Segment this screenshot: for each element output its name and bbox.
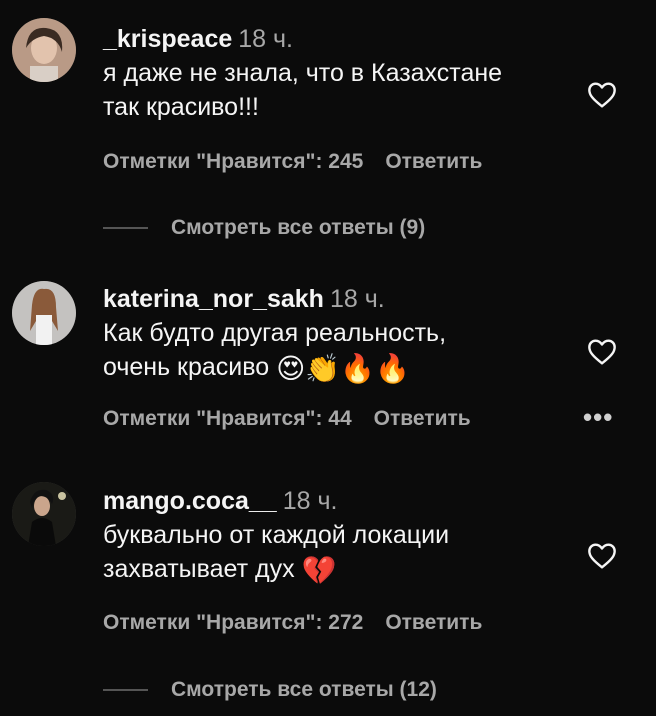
view-replies-button[interactable]: Смотреть все ответы (9) — [103, 216, 425, 240]
timestamp: 18 ч. — [238, 25, 294, 53]
timestamp: 18 ч. — [329, 285, 385, 313]
comment-meta: Отметки "Нравится": 272 Ответить — [103, 611, 482, 635]
comment-text: я даже не знала, что в Казахстане так кр… — [103, 59, 503, 121]
timestamp: 18 ч. — [282, 487, 338, 515]
more-dots-icon[interactable]: ••• — [583, 402, 613, 433]
reply-button[interactable]: Ответить — [385, 611, 482, 634]
heart-outline-icon — [588, 339, 616, 365]
like-button[interactable] — [585, 79, 619, 111]
heart-outline-icon — [588, 543, 616, 569]
username[interactable]: mango.coca__ — [103, 487, 277, 515]
avatar[interactable] — [12, 482, 76, 546]
reply-button[interactable]: Ответить — [374, 407, 471, 430]
username[interactable]: katerina_nor_sakh — [103, 285, 324, 313]
reply-button[interactable]: Ответить — [385, 150, 482, 173]
heart-outline-icon — [588, 82, 616, 108]
comment-text: Как будто другая реальность, очень краси… — [103, 319, 447, 384]
like-button[interactable] — [585, 540, 619, 572]
comment-meta: Отметки "Нравится": 245 Ответить — [103, 150, 482, 174]
divider — [103, 227, 148, 229]
avatar[interactable] — [12, 18, 76, 82]
comment-text: буквально от каждой локации захватывает … — [103, 521, 450, 586]
emoji-group: 💔 — [301, 555, 337, 586]
divider — [103, 689, 148, 691]
avatar[interactable] — [12, 281, 76, 345]
likes-count[interactable]: Отметки "Нравится": 44 — [103, 407, 352, 430]
emoji-group: 😍👏🔥🔥 — [276, 353, 410, 384]
username[interactable]: _krispeace — [103, 25, 232, 53]
likes-count[interactable]: Отметки "Нравится": 272 — [103, 611, 363, 634]
likes-count[interactable]: Отметки "Нравится": 245 — [103, 150, 363, 173]
comment-meta: Отметки "Нравится": 44 Ответить — [103, 407, 471, 431]
view-replies-button[interactable]: Смотреть все ответы (12) — [103, 678, 437, 702]
like-button[interactable] — [585, 336, 619, 368]
